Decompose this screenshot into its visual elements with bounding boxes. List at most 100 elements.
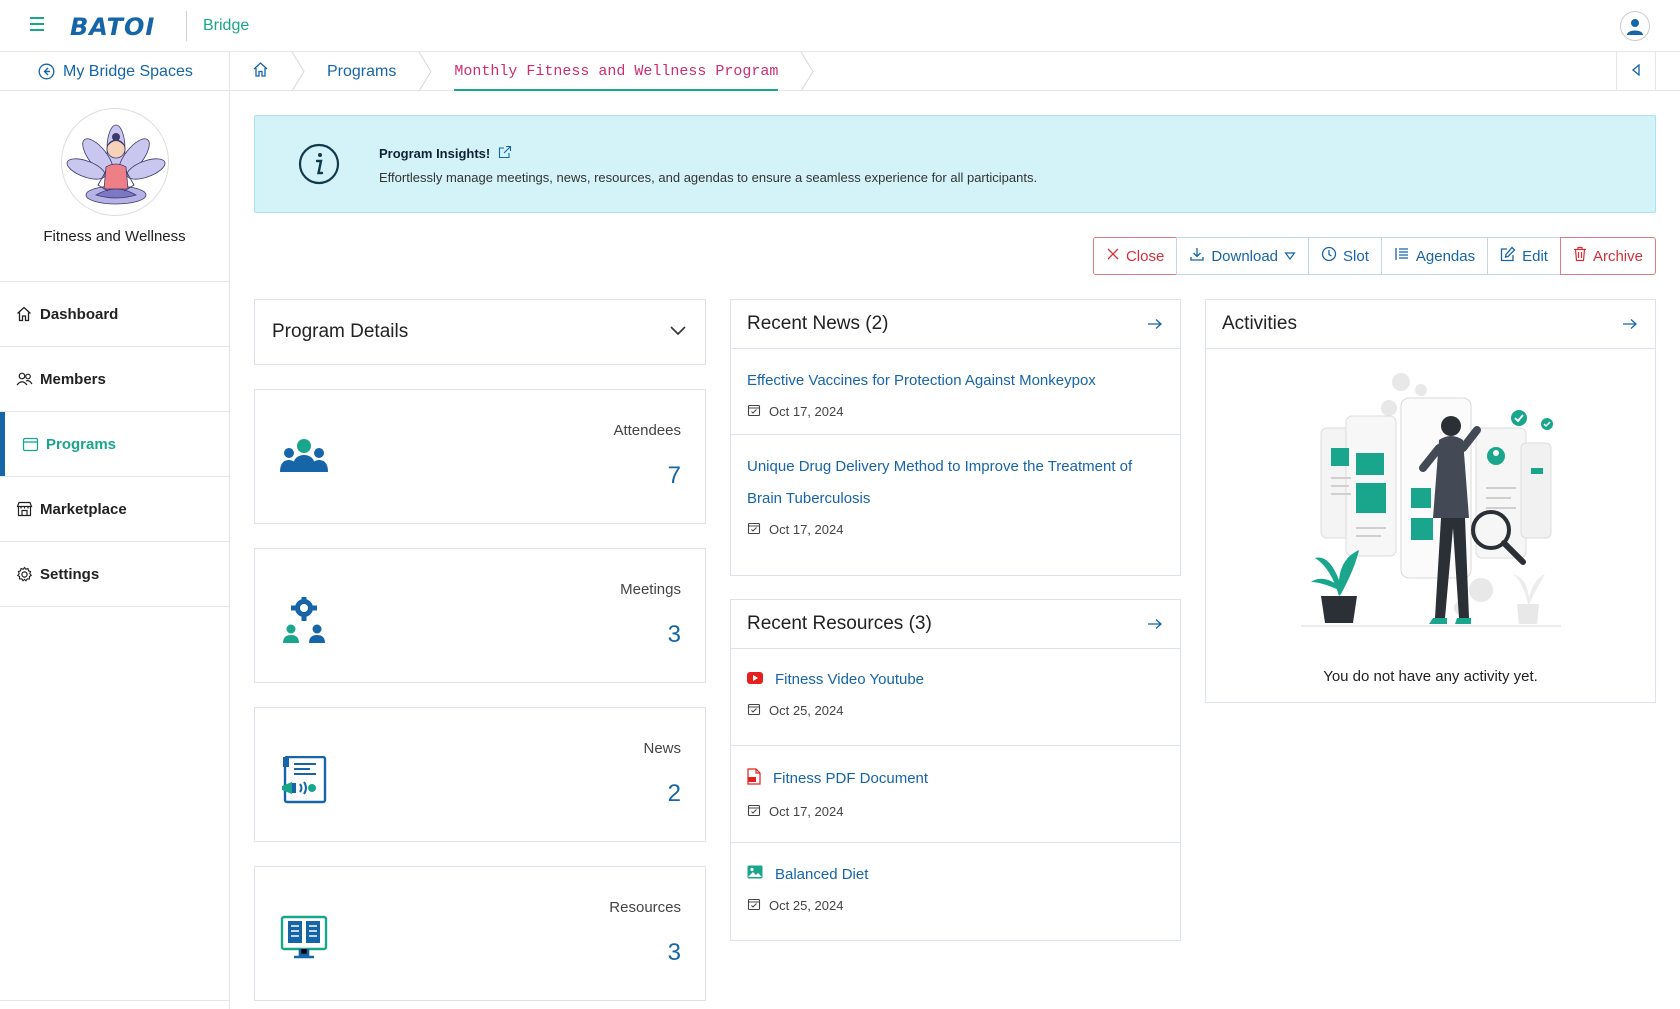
resource-title: Fitness Video Youtube	[775, 671, 925, 688]
program-action-bar: Close Download Slot Agendas Edit Archive	[1092, 237, 1656, 275]
news-item: Effective Vaccines for Protection Agains…	[731, 349, 1180, 435]
sidebar-item-marketplace[interactable]: Marketplace	[0, 477, 229, 542]
my-bridge-spaces-link[interactable]: My Bridge Spaces	[0, 52, 230, 91]
batoi-logo[interactable]: BATOI	[70, 13, 155, 41]
calendar-icon	[22, 436, 40, 452]
resource-date: Oct 25, 2024	[769, 898, 844, 913]
download-dropdown-button[interactable]: Download	[1176, 237, 1310, 275]
archive-button[interactable]: Archive	[1559, 237, 1656, 275]
empty-activity-illustration	[1301, 368, 1561, 643]
space-avatar-yoga-image	[60, 108, 169, 216]
resource-link[interactable]: Fitness PDF Document	[747, 768, 1164, 789]
recent-resources-panel: Recent Resources (3) Fitness Video Youtu…	[730, 599, 1181, 941]
attendees-stat-card[interactable]: Attendees 7	[254, 389, 706, 524]
download-icon	[1189, 246, 1205, 266]
calendar-check-icon	[747, 897, 761, 914]
resource-title: Balanced Diet	[775, 865, 869, 883]
external-link-icon[interactable]	[498, 145, 512, 162]
empty-activity-message: You do not have any activity yet.	[1323, 668, 1538, 685]
stat-label: Attendees	[613, 422, 681, 439]
breadcrumb-current-label: Monthly Fitness and Wellness Program	[454, 63, 779, 80]
breadcrumb-programs[interactable]: Programs	[305, 52, 418, 91]
clock-icon	[1321, 246, 1337, 266]
download-label: Download	[1211, 247, 1279, 265]
recent-resources-header: Recent Resources (3)	[731, 600, 1180, 649]
home-icon	[16, 306, 34, 322]
hamburger-menu-icon[interactable]	[30, 17, 50, 33]
recent-news-title: Recent News (2)	[747, 313, 889, 334]
image-icon	[747, 865, 763, 883]
app-name[interactable]: Bridge	[203, 17, 249, 35]
sidebar-item-label: Marketplace	[40, 500, 127, 518]
news-item: Unique Drug Delivery Method to Improve t…	[731, 435, 1180, 552]
slot-button[interactable]: Slot	[1308, 237, 1382, 275]
resource-date-row: Oct 17, 2024	[747, 803, 1164, 820]
agendas-button[interactable]: Agendas	[1380, 237, 1489, 275]
stat-label: Resources	[609, 899, 681, 916]
insights-title: Program Insights!	[379, 146, 491, 161]
resource-item: Fitness Video Youtube Oct 25, 2024	[731, 649, 1180, 746]
news-date-row: Oct 17, 2024	[747, 521, 1164, 538]
news-date: Oct 17, 2024	[769, 404, 844, 419]
activities-header: Activities	[1206, 300, 1655, 349]
recent-news-panel: Recent News (2) Effective Vaccines for P…	[730, 299, 1181, 576]
activities-panel: Activities You do not have any activity …	[1205, 299, 1656, 703]
activities-title: Activities	[1222, 313, 1297, 334]
meetings-stat-card[interactable]: Meetings 3	[254, 548, 706, 683]
youtube-icon	[747, 671, 763, 688]
arrow-right-icon[interactable]	[1147, 618, 1163, 630]
sidebar-item-settings[interactable]: Settings	[0, 542, 229, 607]
insights-description: Effortlessly manage meetings, news, reso…	[379, 170, 1038, 185]
breadcrumb-bar: My Bridge Spaces Programs Monthly Fitnes…	[0, 52, 1680, 91]
sidebar-item-members[interactable]: Members	[0, 347, 229, 412]
recent-news-header: Recent News (2)	[731, 300, 1180, 349]
news-title-link[interactable]: Effective Vaccines for Protection Agains…	[747, 365, 1164, 397]
sidebar-item-label: Members	[40, 370, 106, 388]
sidebar-item-label: Settings	[40, 565, 100, 583]
resource-item: Fitness PDF Document Oct 17, 2024	[731, 746, 1180, 843]
program-details-accordion[interactable]: Program Details	[254, 299, 706, 365]
calendar-check-icon	[747, 803, 761, 820]
resources-icon	[280, 915, 328, 966]
meetings-icon	[280, 595, 328, 650]
collapse-panel-button[interactable]	[1616, 52, 1656, 91]
breadcrumb-home[interactable]	[230, 52, 291, 91]
resource-date: Oct 25, 2024	[769, 703, 844, 718]
sidebar-item-dashboard[interactable]: Dashboard	[0, 282, 229, 347]
breadcrumb-separator	[291, 52, 305, 91]
news-stat-card[interactable]: News 2	[254, 707, 706, 842]
chevron-down-icon	[669, 323, 687, 341]
recent-resources-title: Recent Resources (3)	[747, 613, 932, 634]
chevron-down-icon	[1284, 248, 1296, 265]
stat-value: 3	[667, 621, 681, 648]
sidebar: Fitness and Wellness Dashboard Members P…	[0, 91, 230, 1009]
insights-title-row: Program Insights!	[379, 145, 512, 162]
close-icon	[1106, 247, 1120, 265]
gear-icon	[16, 566, 34, 583]
arrow-right-icon[interactable]	[1147, 318, 1163, 330]
edit-icon	[1500, 246, 1516, 266]
edit-button[interactable]: Edit	[1487, 237, 1561, 275]
back-circle-icon	[38, 63, 55, 80]
calendar-check-icon	[747, 702, 761, 719]
close-label: Close	[1125, 247, 1165, 265]
news-title-link[interactable]: Unique Drug Delivery Method to Improve t…	[747, 451, 1164, 515]
stat-value: 3	[667, 939, 681, 966]
space-name: Fitness and Wellness	[43, 228, 186, 245]
arrow-right-icon[interactable]	[1622, 318, 1638, 330]
breadcrumb-separator	[800, 52, 815, 91]
user-avatar-icon[interactable]	[1620, 11, 1650, 41]
breadcrumb-current-program[interactable]: Monthly Fitness and Wellness Program	[432, 52, 800, 91]
trash-icon	[1573, 246, 1587, 266]
sidebar-item-programs[interactable]: Programs	[0, 412, 229, 477]
resource-item: Balanced Diet Oct 25, 2024	[731, 843, 1180, 940]
resources-stat-card[interactable]: Resources 3	[254, 866, 706, 1001]
resource-link[interactable]: Fitness Video Youtube	[747, 671, 1164, 688]
program-insights-banner: Program Insights! Effortlessly manage me…	[254, 115, 1656, 213]
store-icon	[16, 501, 34, 517]
calendar-check-icon	[747, 403, 761, 420]
members-icon	[16, 371, 34, 387]
resource-link[interactable]: Balanced Diet	[747, 865, 1164, 883]
close-button[interactable]: Close	[1092, 237, 1178, 275]
news-icon	[280, 755, 328, 809]
